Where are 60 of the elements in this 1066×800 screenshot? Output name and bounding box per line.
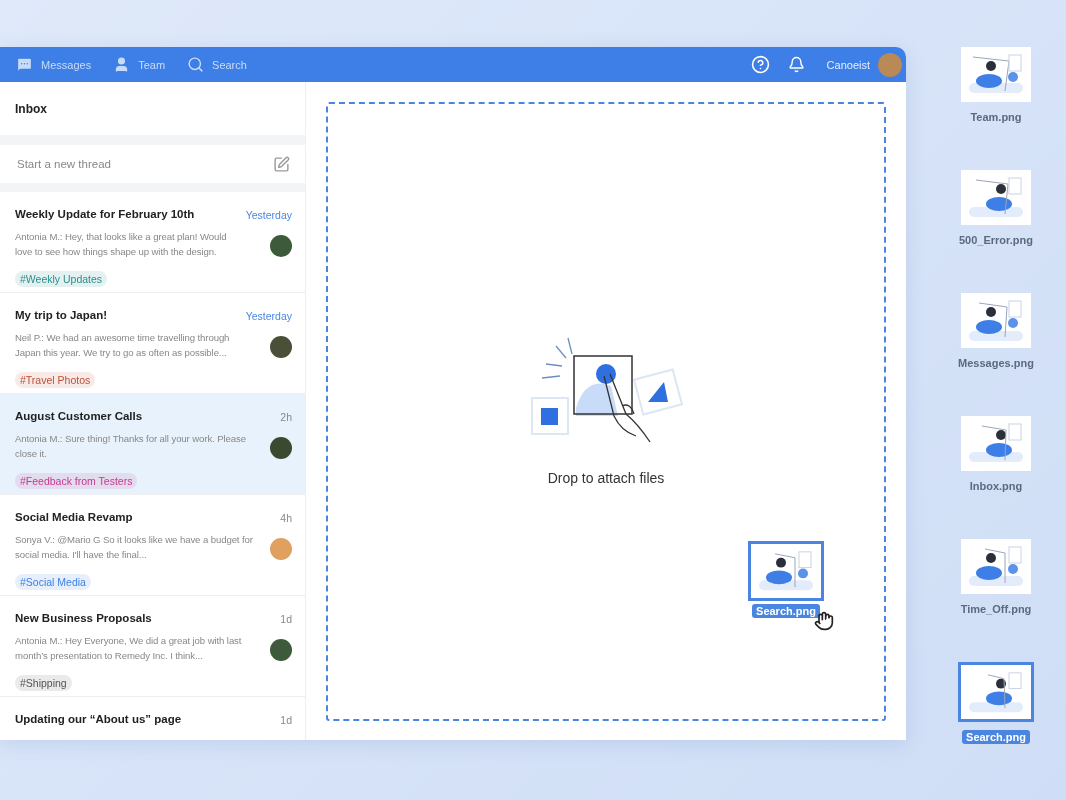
- thread-title: My trip to Japan!: [15, 309, 108, 323]
- avatar-icon: [270, 335, 292, 358]
- thread-item[interactable]: Social Media Revamp 4h Sonya V.: @Mario G So it looks like we have a budget for social media. I'll have the final... #Social Media: [0, 495, 305, 596]
- nav-link[interactable]: Search: [187, 56, 247, 73]
- thread-preview: Antonia M.: Sure thing! Thanks for all your work. Please close it.: [15, 432, 247, 461]
- search-icon: [187, 56, 205, 73]
- thread-title: Social Media Revamp: [15, 511, 134, 525]
- nav-link[interactable]: Messages: [16, 56, 92, 73]
- thread-preview: Antonia M.: Hey Everyone, We did a great job with last month’s presentation to Remedy Inc. I think...: [15, 634, 243, 663]
- file-name: Search.png: [962, 730, 1030, 744]
- thread-title: Weekly Update for February 10th: [15, 208, 196, 222]
- thread-preview: Antonia M.: Hey, that looks like a great plan! Would love to see how things shape up with the design.: [15, 230, 228, 259]
- thread-title: New Business Proposals: [15, 612, 153, 626]
- file-name: Time_Off.png: [959, 602, 1033, 616]
- thread-tag[interactable]: #Shipping: [15, 675, 72, 691]
- drop-zone[interactable]: Drop to attach files Search.png: [326, 102, 886, 721]
- help-icon[interactable]: [750, 55, 770, 74]
- thread-item[interactable]: August Customer Calls 2h Antonia M.: Sure thing! Thanks for all your work. Please close it. #Feedback from Testers: [0, 394, 305, 495]
- thread-title: Updating our “About us” page: [15, 713, 183, 727]
- dragged-file-thumbnail[interactable]: [748, 541, 824, 601]
- file-name: Messages.png: [957, 356, 1035, 370]
- avatar-icon: [270, 436, 292, 459]
- thread-item[interactable]: Weekly Update for February 10th Yesterday Antonia M.: Hey, that looks like a great plan! Would love to see how things shape up with the design. #Weekly Updates: [0, 192, 305, 293]
- avatar-icon: [878, 52, 902, 77]
- thread-tag[interactable]: #Weekly Updates: [15, 271, 108, 287]
- thread-item[interactable]: My trip to Japan! Yesterday Neil P.: We had an awesome time travelling through Japan this year. We try to go as often as possible... #Travel Photos: [0, 293, 305, 394]
- thread-time: 4h: [279, 511, 292, 526]
- thread-title: August Customer Calls: [15, 410, 144, 424]
- file-name: 500_Error.png: [958, 233, 1034, 247]
- new-thread-field[interactable]: Start a new thread: [0, 145, 305, 183]
- thread-tag[interactable]: #Travel Photos: [15, 372, 96, 388]
- avatar-icon: [270, 638, 292, 661]
- desktop-file[interactable]: Time_Off.png: [956, 539, 1036, 639]
- thread-time: 1d: [280, 713, 292, 728]
- thread-tag[interactable]: #Feedback from Testers: [15, 473, 138, 489]
- thread-time: 1d: [279, 612, 292, 627]
- user-menu[interactable]: Canoeist: [826, 52, 902, 77]
- thread-input[interactable]: Start a new thread: [15, 157, 273, 171]
- avatar-icon: [270, 537, 292, 560]
- file-name: Team.png: [969, 110, 1023, 124]
- chat-bubble-icon: [16, 56, 33, 73]
- hand-cursor-icon: [814, 611, 834, 631]
- compose-icon[interactable]: [273, 155, 290, 173]
- thread-preview: Sonya V.: @Mario G So it looks like we have a budget for social media. I'll have the final...: [15, 533, 254, 562]
- avatar-icon: [270, 234, 292, 257]
- file-name: Inbox.png: [968, 479, 1024, 493]
- nav-link[interactable]: Team: [113, 56, 166, 73]
- desktop-file[interactable]: Messages.png: [954, 293, 1038, 393]
- file-name: Search.png: [752, 604, 820, 618]
- thread-tag[interactable]: #Social Media: [15, 574, 91, 590]
- thread-time: 2h: [279, 410, 292, 425]
- thread-item[interactable]: Updating our “About us” page 1d: [0, 697, 305, 740]
- thread-item[interactable]: New Business Proposals 1d Antonia M.: Hey Everyone, We did a great job with last month’s presentation to Remedy Inc. I think... #Shipping: [0, 596, 305, 697]
- thread-time: Yesterday: [245, 309, 292, 324]
- thread-time: Yesterday: [245, 208, 292, 223]
- desktop-file[interactable]: 500_Error.png: [955, 170, 1037, 270]
- bell-icon[interactable]: [787, 56, 805, 73]
- thread-preview: Neil P.: We had an awesome time travelling through Japan this year. We try to go as often as possible...: [15, 331, 231, 360]
- drop-message: Drop to attach files: [547, 470, 665, 486]
- inbox-title: Inbox: [0, 82, 305, 135]
